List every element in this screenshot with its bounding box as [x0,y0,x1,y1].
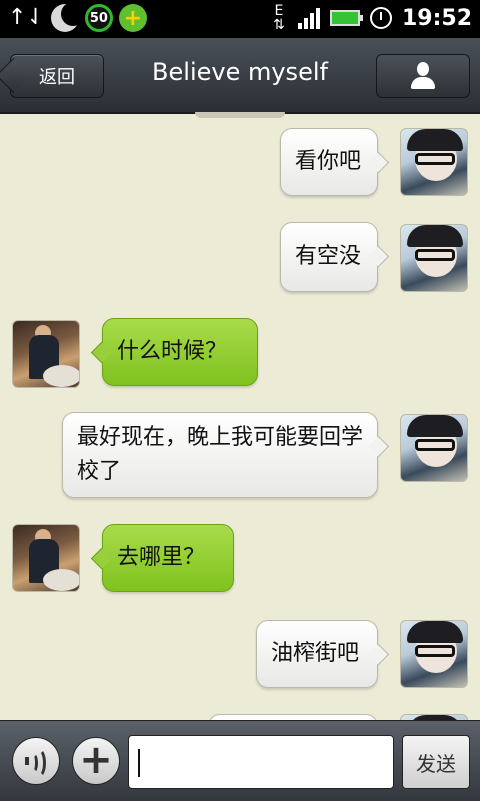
voice-icon [25,748,47,778]
message-bubble-incoming[interactable]: 什么时候？ [102,318,258,386]
network-type: E [274,3,284,19]
composer-bar: + 发送 [0,720,480,801]
data-transfer-icon: ↑⇃ [8,5,45,30]
message-text: 看你吧 [295,149,362,174]
weather-icon [50,2,85,32]
contact-avatar[interactable] [12,320,80,388]
message-bubble-outgoing[interactable]: 有空没 [280,222,378,292]
battery-saver-value: 50 [89,10,108,26]
sender-avatar[interactable] [400,414,468,482]
status-bar: ↑⇃ 50 + E ⇅ 19:52 [0,0,480,38]
title-bar: 返回 Believe myself [0,38,480,114]
page-title: Believe myself [152,58,328,86]
profile-button[interactable] [376,54,470,98]
battery-icon [329,10,363,26]
back-button-label: 返回 [39,67,75,88]
user-icon [410,62,436,90]
message-input[interactable] [128,735,394,789]
message-text: 什么时候？ [117,339,228,364]
message-bubble-outgoing[interactable]: 油榨街吧 [256,620,378,688]
send-button[interactable]: 发送 [402,735,470,789]
add-attachment-button[interactable]: + [72,737,120,785]
back-button[interactable]: 返回 [10,54,104,98]
sender-avatar[interactable] [400,224,468,292]
message-text: 有空没 [295,244,362,269]
sender-avatar[interactable] [400,620,468,688]
sender-avatar[interactable] [400,128,468,196]
status-time: 19:52 [401,5,472,31]
text-cursor [138,749,140,777]
status-right-icons: E ⇅ 19:52 [270,4,472,32]
status-left-icons: ↑⇃ 50 + [8,2,147,32]
message-text: 去哪里？ [117,545,206,570]
message-text: 油榨街吧 [271,641,360,666]
voice-button[interactable] [12,737,60,785]
plus-icon: + [79,736,113,783]
contact-avatar[interactable] [12,524,80,592]
message-text: 最好现在，晚上我可能要回学校了 [77,425,364,484]
message-bubble-outgoing[interactable]: 看你吧 [280,128,378,196]
message-bubble-outgoing[interactable]: 最好现在，晚上我可能要回学校了 [62,412,378,498]
network-icon: E ⇅ [273,3,285,33]
alarm-icon [369,7,392,29]
signal-icon [297,7,320,29]
message-bubble-incoming[interactable]: 去哪里？ [102,524,234,592]
chat-list[interactable]: 看你吧 有空没 什么时候？ 最好现在，晚上我可能要回学校了 去哪里？ 油榨街吧 [0,118,480,720]
security-plus-icon: + [118,4,147,32]
battery-saver-icon: 50 [84,4,113,32]
